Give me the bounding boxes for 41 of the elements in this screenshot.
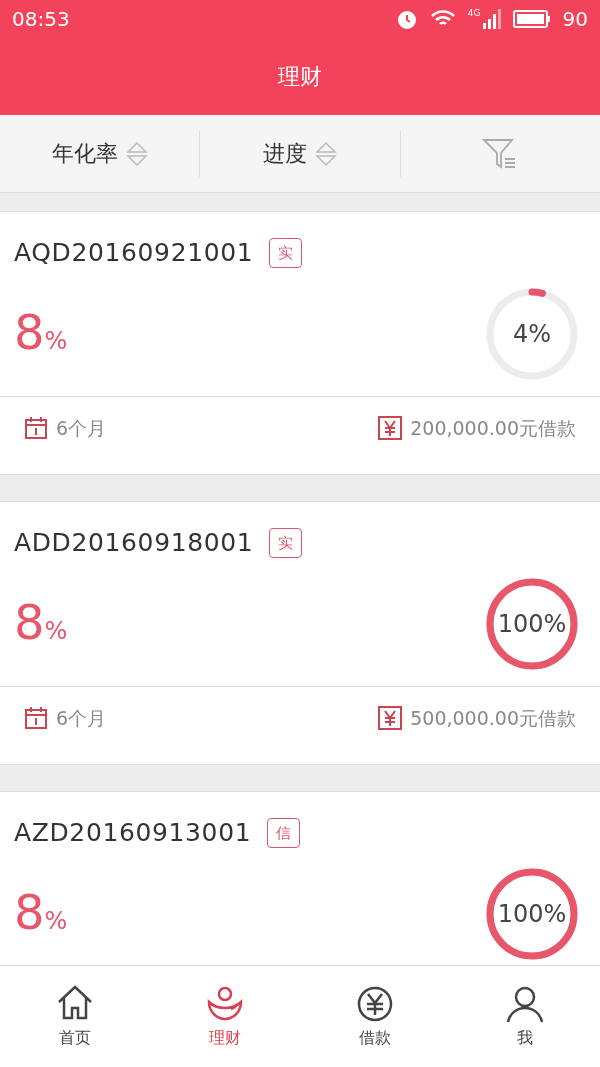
nav-tab[interactable]: 借款 xyxy=(300,966,450,1067)
product-tag: 实 xyxy=(269,527,303,558)
nav-tab[interactable]: 首页 xyxy=(0,966,150,1067)
sort-button[interactable]: 进度 xyxy=(263,137,337,170)
loan-amount: 200,000.00元借款 xyxy=(410,415,576,441)
term-text: 6个月 xyxy=(56,415,107,441)
rate-unit: % xyxy=(44,906,68,937)
product-card[interactable]: AZD20160913001 信 8% 100% xyxy=(0,791,600,965)
product-card[interactable]: ADD20160918001 实 8% 100% 6个月 500,000.00元借款 xyxy=(0,501,600,765)
battery-level: 90 xyxy=(562,6,588,33)
product-code: AQD20160921001 xyxy=(14,237,254,269)
alarm-icon xyxy=(395,8,418,30)
network-type: 4G xyxy=(467,9,481,18)
sort-icon xyxy=(315,140,337,167)
product-code: AZD20160913001 xyxy=(14,817,252,849)
rate-unit: % xyxy=(44,616,68,647)
product-code: ADD20160918001 xyxy=(14,527,254,559)
nav-tab[interactable]: 理财 xyxy=(150,966,300,1067)
progress-percent: 100% xyxy=(497,898,567,930)
progress-percent: 4% xyxy=(512,318,552,350)
term-text: 6个月 xyxy=(56,705,107,731)
nav-tab[interactable]: 我 xyxy=(450,966,600,1067)
progress-percent: 100% xyxy=(497,608,567,640)
product-card[interactable]: AQD20160921001 实 8% 4% 6个月 200,000.00元借款 xyxy=(0,211,600,475)
annual-rate: 8 xyxy=(14,888,45,936)
status-time: 08:53 xyxy=(12,6,70,33)
calendar-icon xyxy=(24,416,48,440)
loan-amount: 500,000.00元借款 xyxy=(410,705,576,731)
annual-rate: 8 xyxy=(14,598,45,646)
battery-icon xyxy=(512,9,551,29)
annual-rate: 8 xyxy=(14,308,45,356)
rate-unit: % xyxy=(44,326,68,357)
page-title: 理财 xyxy=(278,63,322,91)
signal-icon xyxy=(482,9,501,29)
yen-icon xyxy=(378,416,403,440)
calendar-icon xyxy=(24,706,48,730)
product-tag: 实 xyxy=(269,237,303,268)
product-tag: 信 xyxy=(267,817,301,848)
sort-button[interactable]: 年化率 xyxy=(51,137,148,170)
yen-icon xyxy=(378,706,403,730)
sort-icon xyxy=(125,140,148,167)
